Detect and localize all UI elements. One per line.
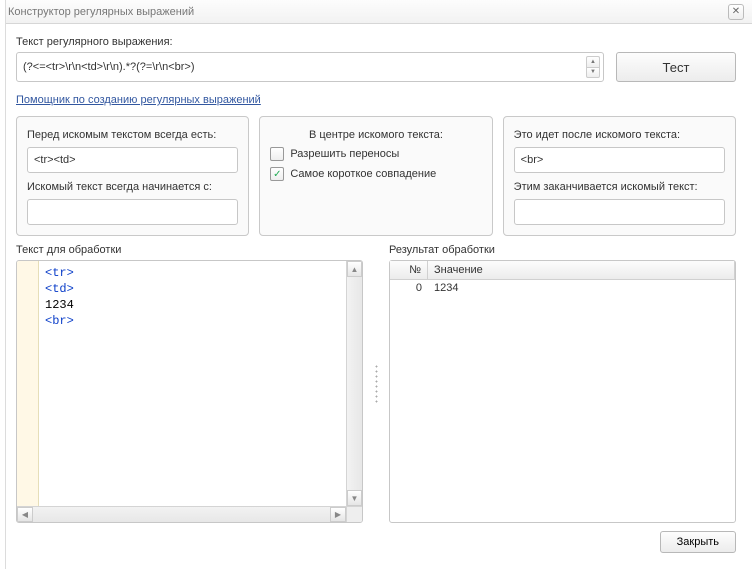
helper-groups: Перед искомым текстом всегда есть: Иском… bbox=[16, 116, 736, 236]
after-input-2[interactable] bbox=[514, 199, 725, 225]
regex-window: Конструктор регулярных выражений ✕ Текст… bbox=[0, 0, 752, 569]
spinner-down-icon[interactable]: ▼ bbox=[586, 67, 600, 79]
test-button[interactable]: Тест bbox=[616, 52, 736, 82]
before-input-1[interactable] bbox=[27, 147, 238, 173]
shortest-row[interactable]: ✓ Самое короткое совпадение bbox=[270, 167, 481, 181]
content: Текст регулярного выражения: ▲ ▼ Тест По… bbox=[0, 24, 752, 569]
vscroll-track[interactable] bbox=[347, 277, 362, 490]
cell-val: 1234 bbox=[428, 280, 735, 296]
allow-wrap-label: Разрешить переносы bbox=[290, 148, 399, 160]
regex-label: Текст регулярного выражения: bbox=[16, 36, 736, 48]
shortest-label: Самое короткое совпадение bbox=[290, 168, 436, 180]
close-button[interactable]: Закрыть bbox=[660, 531, 736, 553]
scroll-up-icon[interactable]: ▲ bbox=[347, 261, 362, 277]
help-link[interactable]: Помощник по созданию регулярных выражени… bbox=[16, 94, 736, 106]
before-label-1: Перед искомым текстом всегда есть: bbox=[27, 129, 238, 141]
gutter bbox=[17, 261, 39, 506]
results-header: № Значение bbox=[390, 261, 735, 280]
group-center: В центре искомого текста: Разрешить пере… bbox=[259, 116, 492, 236]
allow-wrap-checkbox[interactable] bbox=[270, 147, 284, 161]
titlebar: Конструктор регулярных выражений ✕ bbox=[0, 0, 752, 24]
close-icon[interactable]: ✕ bbox=[728, 4, 744, 20]
main-split: Текст для обработки <tr> <td> 1234 <br> … bbox=[16, 244, 736, 523]
regex-input-wrap: ▲ ▼ bbox=[16, 52, 604, 82]
source-pane: Текст для обработки <tr> <td> 1234 <br> … bbox=[16, 244, 363, 523]
hscroll-track[interactable] bbox=[33, 507, 330, 522]
col-num[interactable]: № bbox=[390, 261, 428, 279]
source-textarea[interactable]: <tr> <td> 1234 <br> bbox=[39, 261, 346, 506]
source-editor: <tr> <td> 1234 <br> ▲ ▼ ◀ ▶ bbox=[16, 260, 363, 523]
results-table: № Значение 01234 bbox=[389, 260, 736, 523]
results-body: 01234 bbox=[390, 280, 735, 522]
regex-input[interactable] bbox=[16, 52, 604, 82]
regex-section: Текст регулярного выражения: ▲ ▼ Тест bbox=[16, 36, 736, 82]
table-row[interactable]: 01234 bbox=[390, 280, 735, 296]
left-edge bbox=[0, 0, 6, 569]
col-val[interactable]: Значение bbox=[428, 261, 735, 279]
scroll-left-icon[interactable]: ◀ bbox=[17, 507, 33, 522]
vscrollbar[interactable]: ▲ ▼ bbox=[346, 261, 362, 506]
regex-spinner: ▲ ▼ bbox=[586, 56, 600, 78]
spinner-up-icon[interactable]: ▲ bbox=[586, 56, 600, 67]
scroll-down-icon[interactable]: ▼ bbox=[347, 490, 362, 506]
window-title: Конструктор регулярных выражений bbox=[8, 6, 728, 18]
scroll-right-icon[interactable]: ▶ bbox=[330, 507, 346, 522]
shortest-checkbox[interactable]: ✓ bbox=[270, 167, 284, 181]
footer: Закрыть bbox=[16, 531, 736, 557]
before-label-2: Искомый текст всегда начинается с: bbox=[27, 181, 238, 193]
center-title: В центре искомого текста: bbox=[270, 129, 481, 141]
after-label-2: Этим заканчивается искомый текст: bbox=[514, 181, 725, 193]
group-before: Перед искомым текстом всегда есть: Иском… bbox=[16, 116, 249, 236]
group-after: Это идет после искомого текста: Этим зак… bbox=[503, 116, 736, 236]
scroll-corner bbox=[346, 507, 362, 523]
after-label-1: Это идет после искомого текста: bbox=[514, 129, 725, 141]
source-title: Текст для обработки bbox=[16, 244, 363, 256]
cell-num: 0 bbox=[390, 280, 428, 296]
grip-icon bbox=[375, 364, 378, 404]
allow-wrap-row[interactable]: Разрешить переносы bbox=[270, 147, 481, 161]
hscrollbar[interactable]: ◀ ▶ bbox=[17, 506, 362, 522]
after-input-1[interactable] bbox=[514, 147, 725, 173]
results-pane: Результат обработки № Значение 01234 bbox=[389, 244, 736, 523]
before-input-2[interactable] bbox=[27, 199, 238, 225]
results-title: Результат обработки bbox=[389, 244, 736, 256]
splitter-handle[interactable] bbox=[373, 244, 379, 523]
